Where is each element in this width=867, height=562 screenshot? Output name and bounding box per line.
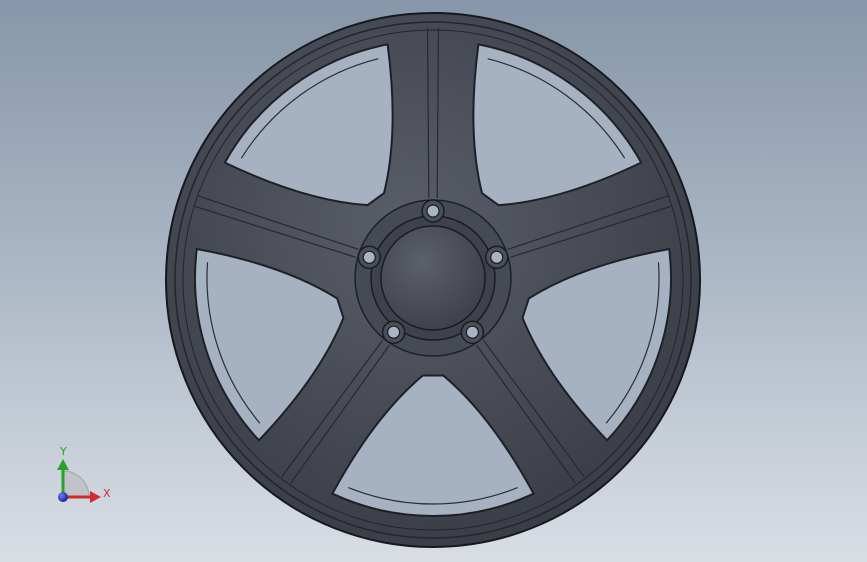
triad-x-arrow (90, 491, 101, 503)
lug-hole-through (465, 325, 479, 339)
graphics-viewport[interactable]: Y X (0, 0, 867, 562)
lug-hole-through (490, 250, 504, 264)
wheel-model[interactable] (165, 12, 701, 548)
model-canvas[interactable]: Y X (0, 0, 867, 562)
triad-y-label: Y (59, 445, 67, 458)
lug-hole-through (426, 204, 440, 218)
lug-hole-through (362, 250, 376, 264)
triad-y-arrow (57, 459, 69, 470)
coordinate-triad[interactable]: Y X (57, 445, 111, 503)
center-cap (380, 225, 486, 331)
lug-hole-through (387, 325, 401, 339)
triad-plane-shade (62, 470, 90, 498)
triad-z-origin (58, 492, 68, 502)
triad-x-label: X (103, 487, 111, 500)
